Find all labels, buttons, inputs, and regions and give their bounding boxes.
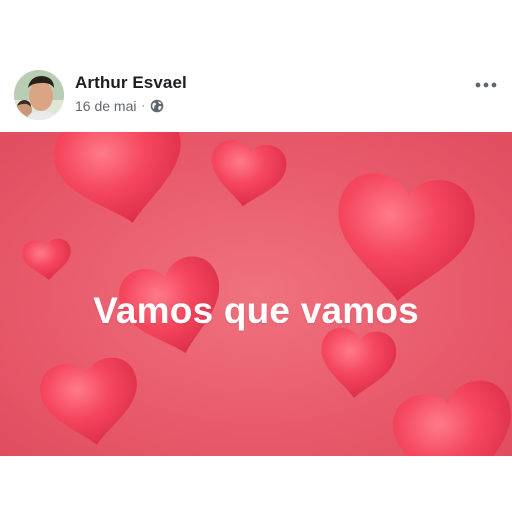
facebook-post: Arthur Esvael 16 de mai · Vamos que vamo… bbox=[0, 0, 512, 512]
overlay-text: Vamos que vamos bbox=[93, 290, 419, 331]
avatar-photo bbox=[14, 70, 64, 120]
post-header: Arthur Esvael 16 de mai · bbox=[0, 0, 512, 132]
post-image[interactable]: Vamos que vamos bbox=[0, 132, 512, 456]
meta-separator: · bbox=[141, 100, 146, 112]
post-date[interactable]: 16 de mai bbox=[75, 98, 136, 114]
author-name[interactable]: Arthur Esvael bbox=[75, 73, 187, 93]
more-options-button[interactable] bbox=[470, 74, 502, 96]
heart-shape bbox=[329, 169, 479, 309]
heart-shape bbox=[21, 237, 74, 283]
globe-icon bbox=[150, 99, 164, 113]
avatar[interactable] bbox=[14, 70, 64, 120]
heart-shape bbox=[386, 374, 512, 456]
heart-shape bbox=[47, 132, 196, 237]
heart-shape bbox=[316, 325, 399, 402]
more-horizontal-icon bbox=[475, 82, 497, 88]
heart-shape bbox=[205, 137, 289, 212]
heart-shape bbox=[36, 354, 145, 452]
post-meta: 16 de mai · bbox=[75, 97, 164, 115]
